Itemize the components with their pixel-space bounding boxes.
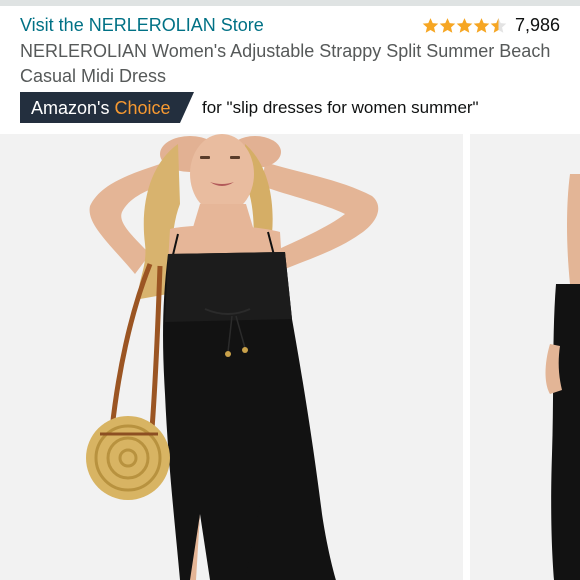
star-full-icon [473, 17, 490, 33]
star-rating [422, 17, 507, 34]
product-title: NERLEROLIAN Women's Adjustable Strappy S… [20, 41, 551, 86]
product-image-gallery[interactable] [0, 134, 580, 580]
product-image-main[interactable] [0, 134, 463, 580]
product-photo-partial [470, 134, 580, 580]
amazons-choice-row: Amazon's Choice for "slip dresses for wo… [20, 92, 479, 123]
star-half-icon [490, 17, 507, 33]
product-photo [0, 134, 463, 580]
star-full-icon [422, 17, 439, 33]
badge-highlight: Choice [114, 97, 171, 118]
star-full-icon [456, 17, 473, 33]
store-link[interactable]: Visit the NERLEROLIAN Store [20, 14, 264, 36]
product-image-next[interactable] [470, 134, 580, 580]
amazons-choice-badge[interactable]: Amazon's Choice [20, 92, 194, 123]
badge-prefix: Amazon's [31, 97, 110, 118]
star-full-icon [439, 17, 456, 33]
badge-query-text: for "slip dresses for women summer" [202, 97, 479, 117]
rating-count[interactable]: 7,986 [515, 14, 560, 36]
rating-summary[interactable]: 7,986 [422, 12, 560, 38]
product-header: Visit the NERLEROLIAN Store 7,986 NERLER… [0, 6, 580, 134]
